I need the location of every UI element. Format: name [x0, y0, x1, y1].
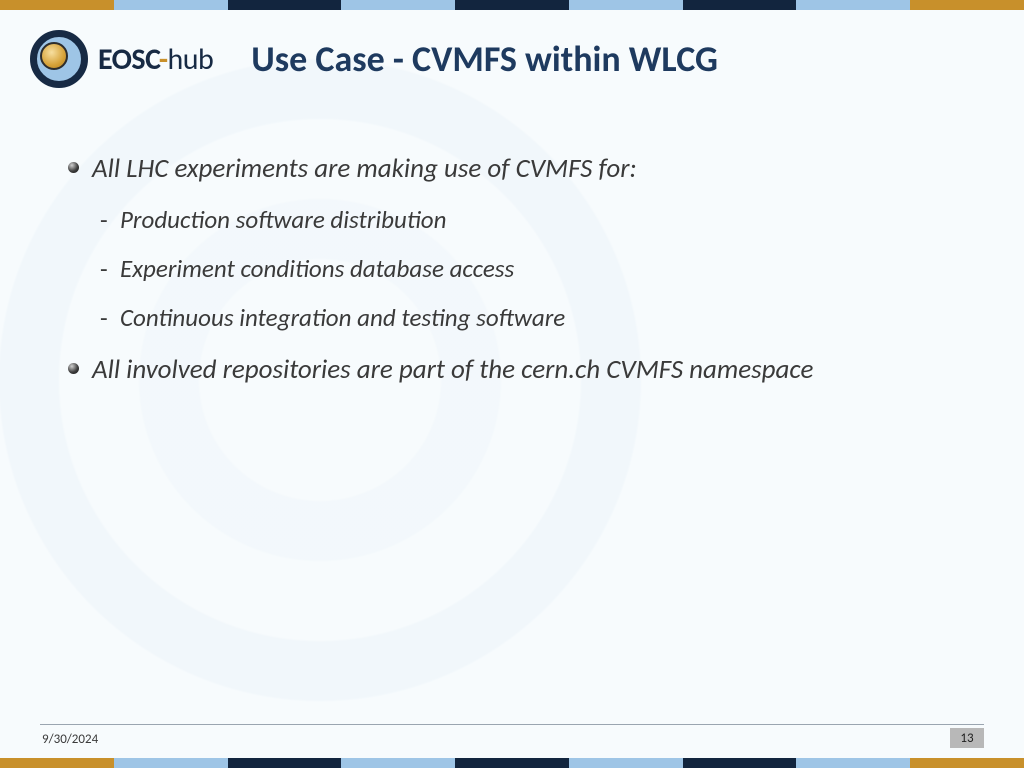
footer-date: 9/30/2024: [42, 732, 98, 747]
slide-title: Use Case - CVMFS within WLCG: [231, 37, 994, 81]
footer-divider: [40, 724, 984, 725]
logo-word-hub: hub: [168, 41, 214, 78]
bullet-list: All LHC experiments are making use of CV…: [68, 150, 974, 389]
list-item: Continuous integration and testing softw…: [92, 300, 974, 335]
logo-word-eosc: EOSC: [98, 41, 159, 78]
bullet-text: All LHC experiments are making use of CV…: [92, 152, 637, 185]
sub-bullet-text: Experiment conditions database access: [120, 253, 514, 284]
logo-icon: [30, 30, 88, 88]
logo-text: EOSC-hub: [98, 41, 213, 78]
logo-dash: -: [159, 41, 168, 78]
slide-footer: 9/30/2024 13: [40, 724, 984, 750]
sub-bullet-text: Production software distribution: [120, 204, 446, 235]
top-stripe: [0, 0, 1024, 10]
eosc-hub-logo: EOSC-hub: [30, 30, 213, 88]
list-item: Experiment conditions database access: [92, 251, 974, 286]
list-item: All LHC experiments are making use of CV…: [68, 150, 974, 335]
slide-body: All LHC experiments are making use of CV…: [68, 150, 974, 405]
slide-header: EOSC-hub Use Case - CVMFS within WLCG: [30, 30, 994, 88]
list-item: All involved repositories are part of th…: [68, 351, 974, 389]
list-item: Production software distribution: [92, 202, 974, 237]
bullet-text: All involved repositories are part of th…: [92, 353, 813, 386]
sub-bullet-text: Continuous integration and testing softw…: [120, 302, 565, 333]
slide: EOSC-hub Use Case - CVMFS within WLCG Al…: [0, 0, 1024, 768]
bottom-stripe: [0, 758, 1024, 768]
sub-bullet-list: Production software distribution Experim…: [92, 202, 974, 335]
page-number: 13: [950, 728, 984, 748]
